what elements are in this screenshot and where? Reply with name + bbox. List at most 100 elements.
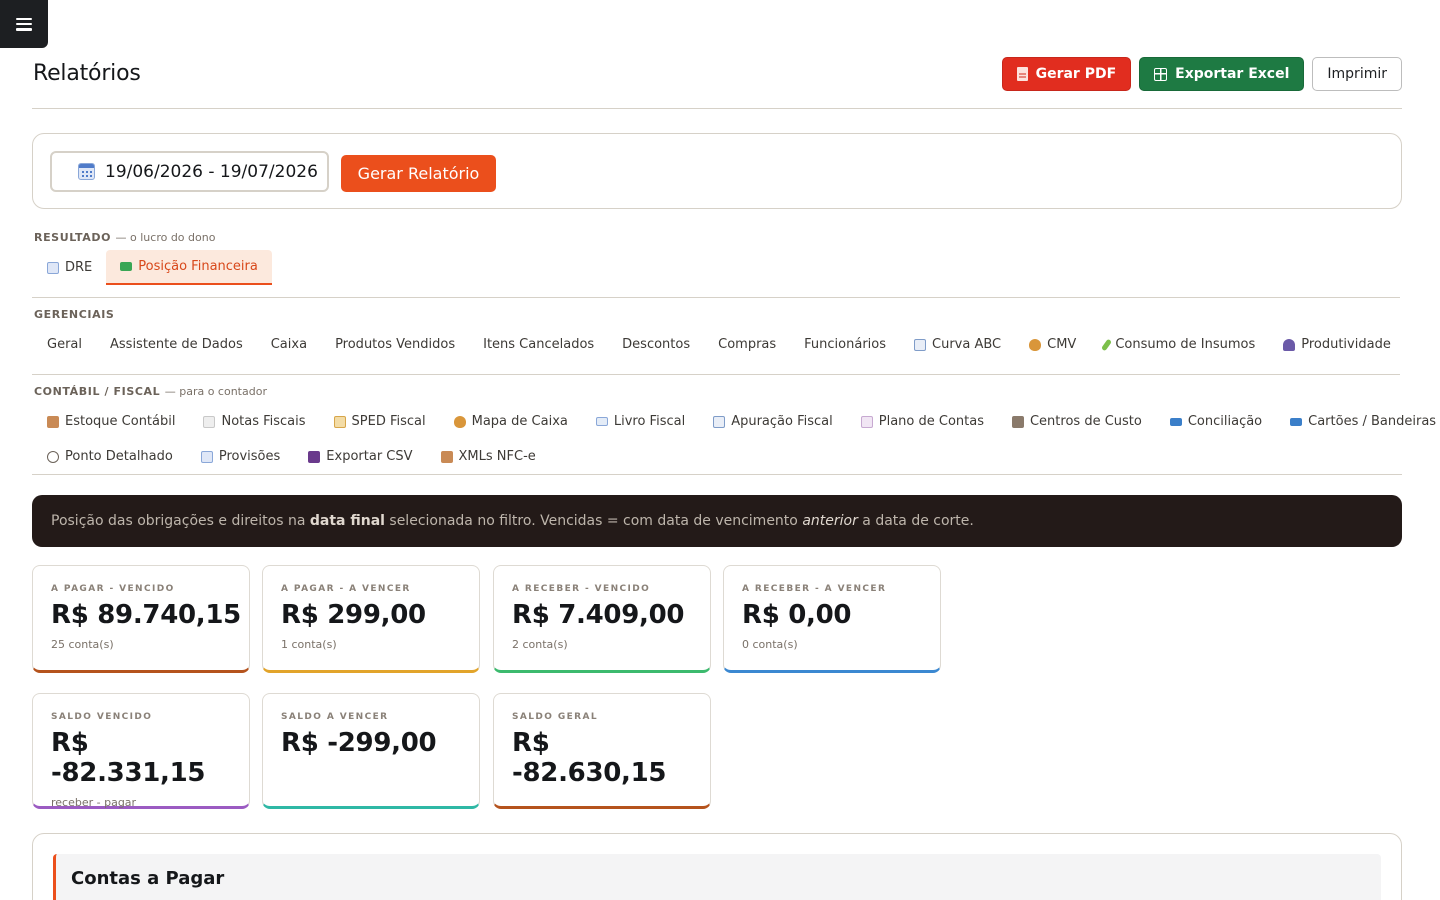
tab-label: Produtos Vendidos [335,337,456,352]
tab-cartoes-bandeiras[interactable]: Cartões / Bandeiras [1276,404,1440,439]
tab-label: Consumo de Insumos [1115,337,1256,352]
tab-label: Assistente de Dados [110,337,243,352]
header-actions: Gerar PDF Exportar Excel Imprimir [1001,57,1402,91]
kpi-saldo-a-vencer: SALDO A VENCER R$ -299,00 [262,693,480,809]
date-range-input[interactable]: 19/06/2026 - 19/07/2026 [50,151,329,192]
kpi-receber-vencido: A RECEBER - VENCIDO R$ 7.409,00 2 conta(… [493,565,711,673]
tab-provisoes[interactable]: Provisões [187,439,294,474]
tab-label: Descontos [622,337,691,352]
tab-funcionarios[interactable]: Funcionários [790,327,900,362]
tab-label: Posição Financeira [138,259,258,274]
tab-consumo-insumos[interactable]: Consumo de Insumos [1090,327,1269,362]
tab-posicao-financeira[interactable]: Posição Financeira [106,250,272,285]
section-resultado-title: RESULTADO — o lucro do dono [34,231,215,244]
tab-itens-cancelados[interactable]: Itens Cancelados [469,327,608,362]
notepad-icon [860,415,873,428]
people-icon [1283,338,1296,351]
tab-label: Cartões / Bandeiras [1308,414,1437,429]
contas-pagar-title: Contas a Pagar [53,854,1381,900]
tab-label: Produtividade [1301,337,1391,352]
tab-cmv[interactable]: CMV [1015,327,1090,362]
tab-geral[interactable]: Geral [33,327,96,362]
hamburger-icon [16,17,32,31]
kpi-label: A RECEBER - A VENCER [742,584,887,594]
tab-plano-contas[interactable]: Plano de Contas [847,404,998,439]
date-range-value: 19/06/2026 - 19/07/2026 [105,161,318,182]
tab-mapa-caixa[interactable]: Mapa de Caixa [440,404,582,439]
section-gerenciais-label: GERENCIAIS [34,308,115,321]
notice-text: selecionada no filtro. Vencidas = com da… [384,513,803,529]
tab-produtos-vendidos[interactable]: Produtos Vendidos [321,327,469,362]
tab-apuracao-fiscal[interactable]: Apuração Fiscal [699,404,847,439]
kpi-receber-a-vencer: A RECEBER - A VENCER R$ 0,00 0 conta(s) [723,565,941,673]
tab-compras[interactable]: Compras [704,327,790,362]
kpi-sub: 1 conta(s) [281,638,337,651]
generate-pdf-button[interactable]: Gerar PDF [1001,57,1132,91]
tab-caixa[interactable]: Caixa [257,327,321,362]
pdf-document-icon [1016,67,1028,81]
tab-label: SPED Fiscal [351,414,426,429]
notice-text: Posição das obrigações e direitos na [51,513,310,529]
tab-label: Funcionários [804,337,887,352]
tab-conciliacao[interactable]: Conciliação [1156,404,1276,439]
tab-notas-fiscais[interactable]: Notas Fiscais [189,404,319,439]
tab-label: XMLs NFC-e [458,449,536,464]
info-banner-text: Posição das obrigações e direitos na dat… [51,513,974,529]
bar-chart-icon [914,338,927,351]
tab-produtividade[interactable]: Produtividade [1269,327,1405,362]
tab-ponto-detalhado[interactable]: Ponto Detalhado [33,439,187,474]
tabs-resultado: DRE Posição Financeira [33,250,272,285]
tab-centros-custo[interactable]: Centros de Custo [998,404,1156,439]
export-excel-button[interactable]: Exportar Excel [1139,57,1305,91]
kpi-pagar-a-vencer: A PAGAR - A VENCER R$ 299,00 1 conta(s) [262,565,480,673]
floppy-icon [308,450,321,463]
info-banner: Posição das obrigações e direitos na dat… [32,495,1402,547]
kpi-label: SALDO VENCIDO [51,712,153,722]
section-contabil-subtitle: — para o contador [164,385,267,398]
section-gerenciais-title: GERENCIAIS [34,308,114,321]
tab-label: Centros de Custo [1029,414,1142,429]
page-title: Relatórios [33,61,141,86]
menu-toggle-button[interactable] [0,0,48,48]
contas-pagar-card: Contas a Pagar [32,833,1402,900]
tabs-contabil-row2: Ponto Detalhado Provisões Exportar CSV X… [33,439,550,474]
tab-assistente-dados[interactable]: Assistente de Dados [96,327,257,362]
tab-livro-fiscal[interactable]: Livro Fiscal [582,404,699,439]
generate-report-button[interactable]: Gerar Relatório [341,155,496,192]
tab-xmls-nfce[interactable]: XMLs NFC-e [427,439,550,474]
kpi-value: R$ -299,00 [281,728,437,758]
page-header: Relatórios Gerar PDF Exportar Excel Impr… [32,56,1402,109]
clock-icon [47,450,59,463]
section-contabil-label: CONTÁBIL / FISCAL [34,385,161,398]
tab-label: Compras [718,337,777,352]
divider [32,474,1402,475]
kpi-sub: receber - pagar [51,796,137,809]
notice-text: a data de corte. [857,513,974,529]
money-icon [120,262,133,271]
tab-label: Plano de Contas [878,414,984,429]
tab-dre[interactable]: DRE [33,250,106,285]
tab-label: Geral [47,337,82,352]
tab-label: Notas Fiscais [221,414,306,429]
card-icon [1290,417,1303,426]
section-resultado-subtitle: — o lucro do dono [115,231,216,244]
tab-estoque-contabil[interactable]: Estoque Contábil [33,404,189,439]
kpi-value: R$ -82.331,15 [51,728,206,788]
tab-label: Ponto Detalhado [65,449,173,464]
tab-descontos[interactable]: Descontos [608,327,704,362]
tabs-contabil-row1: Estoque Contábil Notas Fiscais SPED Fisc… [33,404,1440,439]
section-contabil-title: CONTÁBIL / FISCAL — para o contador [34,385,267,398]
scroll-icon [333,415,346,428]
kpi-label: A PAGAR - A VENCER [281,584,411,594]
kpi-label: A PAGAR - VENCIDO [51,584,175,594]
tab-curva-abc[interactable]: Curva ABC [900,327,1015,362]
tab-label: Exportar CSV [326,449,413,464]
tab-label: Curva ABC [932,337,1002,352]
tab-exportar-csv[interactable]: Exportar CSV [294,439,426,474]
tab-label: Mapa de Caixa [471,414,568,429]
tab-sped-fiscal[interactable]: SPED Fiscal [320,404,440,439]
print-button[interactable]: Imprimir [1312,57,1402,91]
notice-bold: data final [309,513,385,529]
kpi-value: R$ 0,00 [742,600,852,630]
calendar-icon [78,163,95,180]
